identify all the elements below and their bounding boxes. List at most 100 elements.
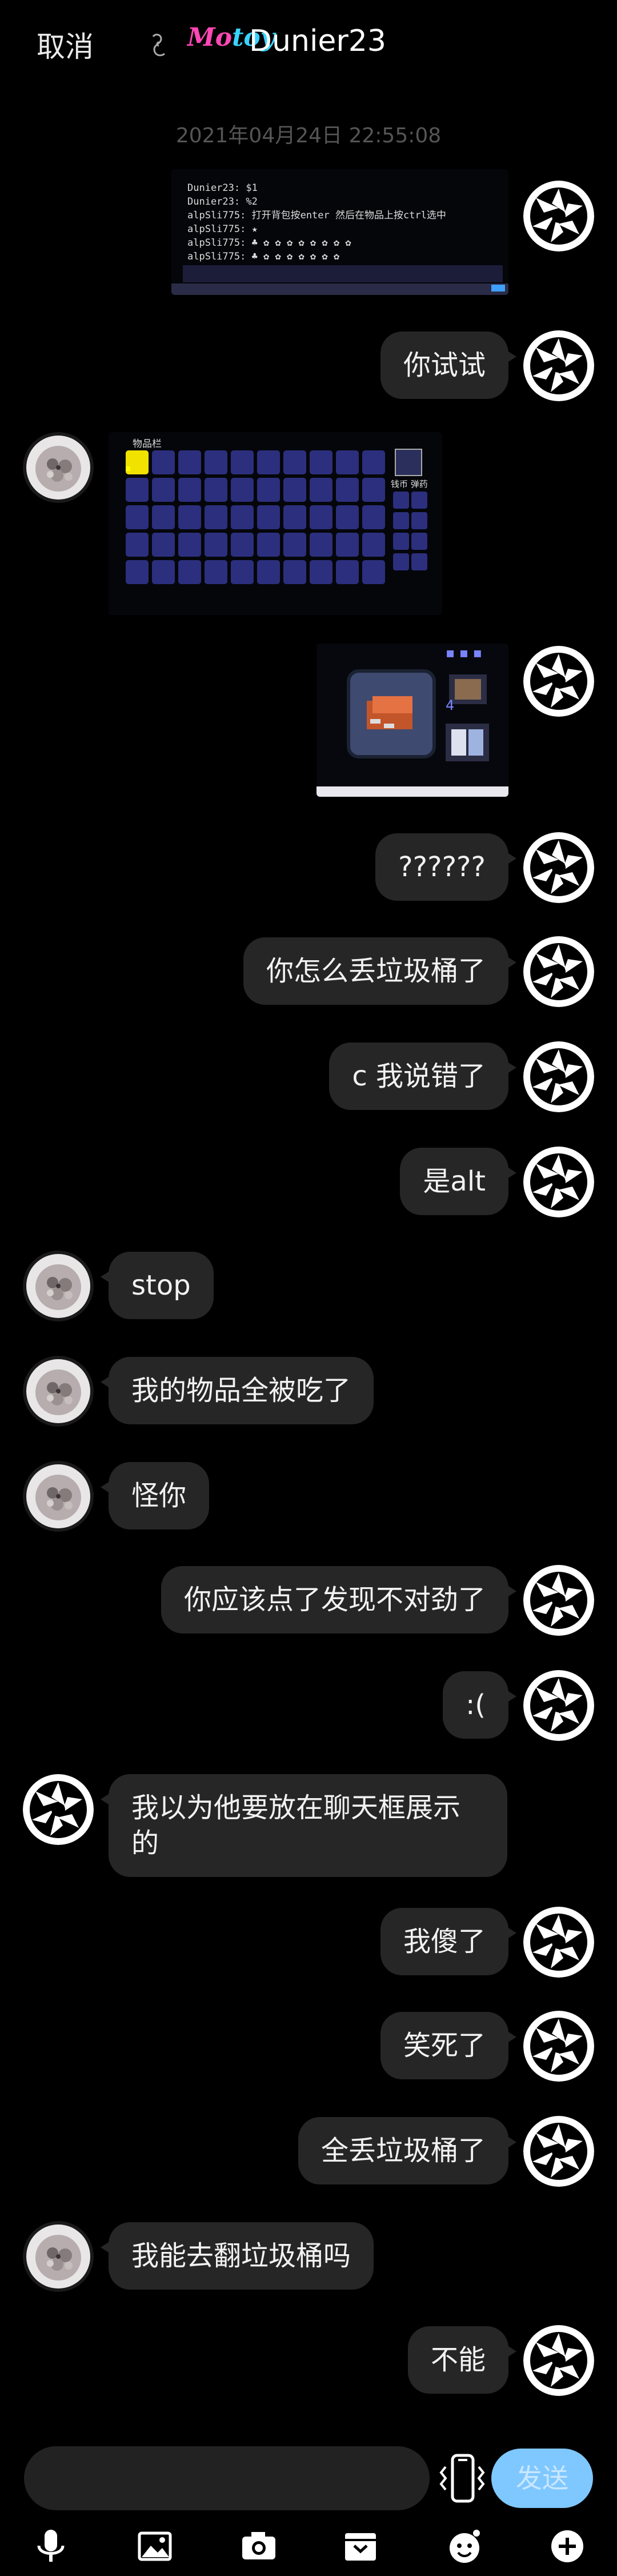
inventory-label: 物品栏 [133, 438, 162, 450]
message-bubble-sent[interactable]: 你应该点了发现不对劲了 [161, 1566, 517, 1634]
image-message[interactable]: ▪ ▪ ▪ 4 [316, 644, 508, 797]
chat-header: 取消 Motoy Dunier23 [0, 0, 617, 86]
inventory-slot [126, 505, 149, 529]
inventory-slot [126, 478, 149, 502]
cancel-button[interactable]: 取消 [37, 24, 94, 65]
microphone-icon[interactable] [31, 2526, 71, 2566]
my-avatar[interactable] [523, 2011, 594, 2082]
inventory-slot [310, 560, 332, 584]
inventory-slot [310, 450, 332, 474]
inventory-slot [231, 560, 254, 584]
message-bubble-received[interactable]: stop [101, 1252, 214, 1319]
message-bubble-received[interactable]: 我以为他要放在聊天框展示的 [101, 1774, 507, 1877]
inventory-slot [126, 560, 149, 584]
earpiece-mode-icon[interactable] [147, 29, 173, 59]
contact-avatar[interactable] [23, 1356, 94, 1427]
coin-ammo-slot [393, 512, 409, 529]
my-avatar[interactable] [523, 330, 594, 401]
inventory-slot [205, 505, 227, 529]
inventory-slot [336, 533, 359, 557]
inventory-slot [205, 478, 227, 502]
inventory-slot [310, 505, 332, 529]
message-bubble-received[interactable]: 怪你 [100, 1462, 210, 1529]
inventory-slot [126, 533, 149, 557]
my-avatar[interactable] [523, 936, 594, 1007]
inventory-slot [178, 478, 201, 502]
my-avatar[interactable] [523, 1907, 594, 1978]
inventory-slot [178, 533, 201, 557]
message-bubble-sent[interactable]: 是alt [400, 1148, 516, 1215]
message-bubble-sent[interactable]: 全丢垃圾桶了 [298, 2117, 517, 2184]
camera-icon[interactable] [239, 2526, 279, 2566]
inventory-slot [283, 505, 306, 529]
my-avatar[interactable] [523, 1670, 594, 1741]
coin-ammo-slot [393, 492, 409, 509]
chat-line: Dunier23: $1 [187, 182, 258, 194]
message-input[interactable] [24, 2446, 430, 2510]
coin-ammo-slot [411, 553, 427, 570]
inventory-slot [152, 478, 175, 502]
inventory-slot [336, 450, 359, 474]
image-message[interactable]: Dunier23: $1 Dunier23: %2 alpSli775: 打开背… [171, 169, 508, 295]
inventory-slot [257, 505, 280, 529]
plus-icon[interactable] [547, 2526, 587, 2566]
chat-line: Dunier23: %2 [187, 196, 258, 207]
my-avatar[interactable] [523, 832, 594, 903]
inventory-slot [231, 478, 254, 502]
contact-name: Dunier23 [249, 24, 386, 58]
contact-avatar[interactable] [23, 1461, 94, 1532]
message-bubble-sent[interactable]: :( [443, 1671, 516, 1739]
inventory-slot [362, 533, 385, 557]
inventory-slot [257, 450, 280, 474]
coin-ammo-slot [393, 553, 409, 570]
inventory-slot [231, 450, 254, 474]
gift-box-icon[interactable] [340, 2526, 380, 2566]
inventory-slot [178, 450, 201, 474]
emoji-icon[interactable] [444, 2526, 484, 2566]
inventory-slot [310, 533, 332, 557]
message-timestamp: 2021年04月24日 22:55:08 [175, 124, 442, 147]
send-button[interactable]: 发送 [491, 2449, 593, 2508]
inventory-slot [257, 533, 280, 557]
my-avatar[interactable] [523, 2325, 594, 2396]
message-bubble-sent[interactable]: 你试试 [380, 332, 517, 399]
message-bubble-sent[interactable]: 不能 [407, 2326, 517, 2394]
inventory-slot [283, 560, 306, 584]
message-bubble-received[interactable]: 我能去翻垃圾桶吗 [100, 2222, 374, 2290]
coin-ammo-slot [393, 533, 409, 550]
inventory-slot [205, 533, 227, 557]
inventory-slot [152, 505, 175, 529]
message-bubble-sent[interactable]: 笑死了 [380, 2012, 517, 2079]
inventory-slot [231, 505, 254, 529]
inventory-slot [336, 478, 359, 502]
inventory-slot [152, 450, 175, 474]
chat-line: alpSli775: 打开背包按enter 然后在物品上按ctrl选中 [187, 210, 446, 221]
contact-avatar[interactable] [23, 1251, 94, 1321]
message-bubble-sent[interactable]: c 我说错了 [329, 1043, 516, 1110]
my-avatar[interactable] [523, 1147, 594, 1217]
image-icon[interactable] [135, 2526, 175, 2566]
my-avatar[interactable] [523, 646, 594, 717]
image-message[interactable]: 物品栏 钱币 弹药 [109, 432, 442, 615]
my-avatar[interactable] [523, 2116, 594, 2187]
inventory-slot [336, 505, 359, 529]
inventory-slot [336, 560, 359, 584]
chat-line: alpSli775: ★ [187, 223, 258, 235]
my-avatar[interactable] [523, 181, 594, 251]
inventory-slot [362, 560, 385, 584]
message-bubble-sent[interactable]: 我傻了 [380, 1908, 517, 1975]
contact-avatar[interactable] [23, 2221, 94, 2292]
my-avatar[interactable] [523, 1041, 594, 1112]
vibrate-phone-icon[interactable] [438, 2447, 487, 2510]
message-bubble-sent[interactable]: 你怎么丢垃圾桶了 [243, 937, 517, 1005]
inventory-slot [205, 560, 227, 584]
inventory-slot [152, 560, 175, 584]
message-bubble-sent[interactable]: ?????? [375, 833, 516, 901]
my-avatar[interactable] [523, 1565, 594, 1636]
inventory-slot [205, 450, 227, 474]
message-bubble-received[interactable]: 我的物品全被吃了 [100, 1357, 374, 1424]
inventory-slot [362, 450, 385, 474]
contact-avatar[interactable] [23, 432, 94, 503]
contact-avatar[interactable] [23, 1774, 94, 1845]
inventory-slot [178, 560, 201, 584]
